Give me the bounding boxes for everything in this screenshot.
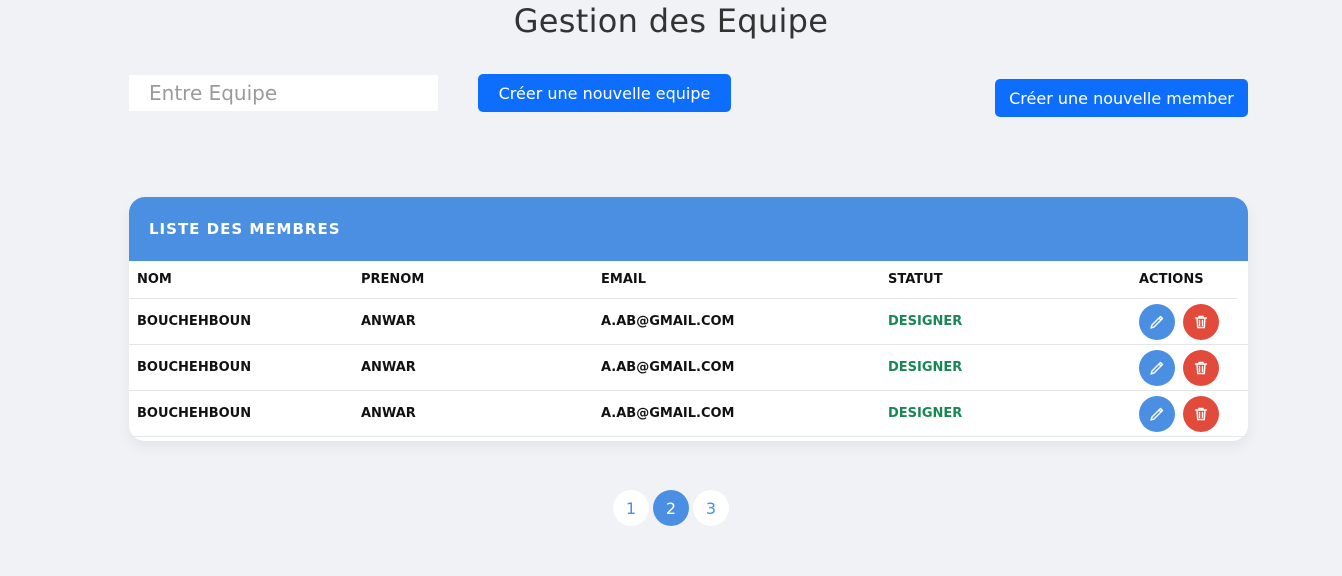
members-card: LISTE DES MEMBRES NOM PRENOM EMAIL STATU…: [129, 197, 1248, 441]
trash-icon: [1194, 361, 1208, 374]
row-actions: [1139, 349, 1219, 386]
pencil-icon: [1150, 315, 1164, 329]
row-actions: [1139, 303, 1219, 340]
trash-icon: [1194, 407, 1208, 420]
page-button-2-current[interactable]: 2: [653, 490, 689, 526]
delete-button[interactable]: [1183, 395, 1219, 432]
pagination: 1 2 3: [613, 490, 729, 526]
cell-nom: BOUCHEHBOUN: [137, 360, 252, 375]
column-header-email: EMAIL: [601, 272, 646, 287]
edit-button[interactable]: [1139, 303, 1175, 340]
members-card-title: LISTE DES MEMBRES: [129, 197, 1248, 261]
pencil-icon: [1150, 361, 1164, 375]
table-row: BOUCHEHBOUN ANWAR A.AB@GMAIL.COM DESIGNE…: [129, 345, 1248, 391]
create-member-button[interactable]: Créer une nouvelle member: [995, 79, 1248, 117]
cell-prenom: ANWAR: [361, 406, 416, 421]
team-name-input[interactable]: [129, 75, 438, 111]
cell-email: A.AB@GMAIL.COM: [601, 406, 735, 421]
column-header-prenom: PRENOM: [361, 272, 425, 287]
cell-nom: BOUCHEHBOUN: [137, 314, 252, 329]
column-header-nom: NOM: [137, 272, 172, 287]
row-actions: [1139, 395, 1219, 432]
cell-statut: DESIGNER: [888, 406, 963, 421]
create-team-button[interactable]: Créer une nouvelle equipe: [478, 74, 731, 112]
delete-button[interactable]: [1183, 303, 1219, 340]
page: Gestion des Equipe Créer une nouvelle eq…: [0, 0, 1342, 576]
members-table: NOM PRENOM EMAIL STATUT ACTIONS BOUCHEHB…: [129, 261, 1248, 437]
edit-button[interactable]: [1139, 349, 1175, 386]
table-row: BOUCHEHBOUN ANWAR A.AB@GMAIL.COM DESIGNE…: [129, 299, 1248, 345]
cell-statut: DESIGNER: [888, 360, 963, 375]
trash-icon: [1194, 315, 1208, 328]
cell-nom: BOUCHEHBOUN: [137, 406, 252, 421]
pencil-icon: [1150, 407, 1164, 421]
table-row: BOUCHEHBOUN ANWAR A.AB@GMAIL.COM DESIGNE…: [129, 391, 1248, 437]
cell-statut: DESIGNER: [888, 314, 963, 329]
cell-prenom: ANWAR: [361, 360, 416, 375]
delete-button[interactable]: [1183, 349, 1219, 386]
table-header-row: NOM PRENOM EMAIL STATUT ACTIONS: [129, 261, 1237, 299]
cell-email: A.AB@GMAIL.COM: [601, 360, 735, 375]
edit-button[interactable]: [1139, 395, 1175, 432]
page-button-1[interactable]: 1: [613, 490, 649, 526]
cell-prenom: ANWAR: [361, 314, 416, 329]
cell-email: A.AB@GMAIL.COM: [601, 314, 735, 329]
page-title: Gestion des Equipe: [513, 2, 829, 40]
column-header-actions: ACTIONS: [1139, 272, 1204, 287]
column-header-statut: STATUT: [888, 272, 943, 287]
page-button-3[interactable]: 3: [693, 490, 729, 526]
